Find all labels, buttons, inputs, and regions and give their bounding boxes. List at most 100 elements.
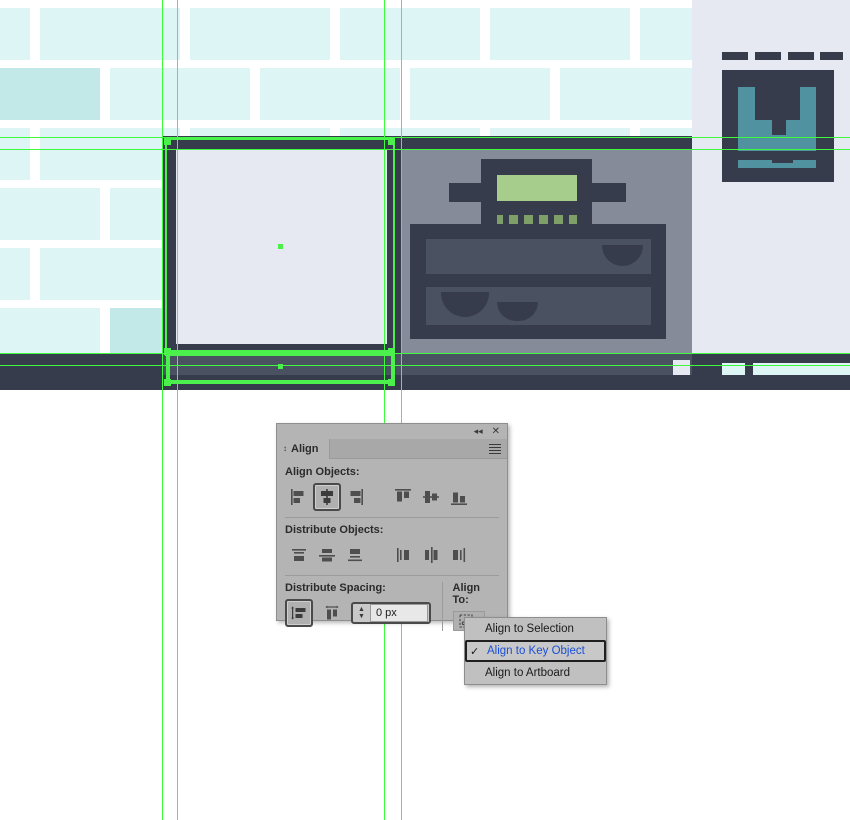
wall-tile <box>560 68 692 120</box>
wall-tile <box>0 68 100 120</box>
distribute-spacing-group: Distribute Spacing: ▲ ▼ 0 px <box>285 582 442 631</box>
distribute-objects-row <box>285 541 499 569</box>
panel-body: Align Objects: Distribute Objects: Distr… <box>277 459 507 631</box>
horizontal-guide-3 <box>0 353 850 354</box>
horizontal-guide-1 <box>0 137 850 138</box>
vertical-distribute-spacing-button[interactable] <box>285 599 313 627</box>
selection-center-door <box>278 244 283 249</box>
vertical-distribute-top-button[interactable] <box>285 541 313 569</box>
align-left-icon <box>291 489 304 505</box>
wall-tile <box>40 128 180 180</box>
tab-align[interactable]: ↕ Align <box>277 438 330 459</box>
align-objects-label: Align Objects: <box>285 466 360 478</box>
cabinet-dash-3 <box>788 52 814 60</box>
wall-tile <box>40 248 180 300</box>
align-to-label: Align To: <box>452 582 481 606</box>
comb-tooth-5 <box>563 215 569 224</box>
wall-tile <box>490 8 630 60</box>
close-icon[interactable]: ✕ <box>492 426 500 437</box>
key-handle-tr[interactable] <box>388 348 395 355</box>
floor-tile-small <box>673 360 690 375</box>
distribute-objects-label: Distribute Objects: <box>285 524 384 536</box>
dist-right-icon <box>453 548 466 562</box>
vertical-align-center-button[interactable] <box>417 483 445 511</box>
vertical-guide-1 <box>162 0 163 820</box>
selection-handle-tl[interactable] <box>164 138 171 145</box>
divider-1 <box>285 517 499 518</box>
vertical-distribute-bottom-button[interactable] <box>341 541 369 569</box>
spacing-horizontal-icon <box>325 605 339 620</box>
wall-tile <box>260 68 400 120</box>
oven-hood-arm-right <box>592 183 626 202</box>
align-objects-row <box>285 483 499 511</box>
cabinet-lower-bar-right <box>793 160 816 168</box>
wall-tile <box>410 68 550 120</box>
horizontal-distribute-center-button[interactable] <box>417 541 445 569</box>
horizontal-guide-2 <box>0 149 850 150</box>
comb-tooth-3 <box>533 215 539 224</box>
menu-item-align-to-key-object[interactable]: ✓ Align to Key Object <box>465 640 606 662</box>
horizontal-distribute-right-button[interactable] <box>445 541 473 569</box>
key-handle-br[interactable] <box>388 379 395 386</box>
illustration-canvas[interactable] <box>0 0 850 390</box>
vertical-guide-4 <box>401 0 402 820</box>
oven-green-panel <box>497 175 577 201</box>
align-hcenter-icon <box>321 489 333 505</box>
panel-tab-row[interactable]: ↕ Align <box>277 438 507 459</box>
align-bottom-icon <box>451 492 467 505</box>
wall-tile <box>0 8 30 60</box>
bottom-kick-cover <box>0 375 850 390</box>
horizontal-distribute-left-button[interactable] <box>389 541 417 569</box>
align-panel[interactable]: ◂◂ ✕ ↕ Align Align Objects: Distribute O… <box>276 423 508 631</box>
spacing-input[interactable]: 0 px <box>370 604 428 622</box>
dist-vcenter-icon <box>319 549 335 562</box>
horizontal-distribute-spacing-button[interactable] <box>318 599 346 627</box>
counter-grey-strip <box>402 339 672 353</box>
wall-tile <box>0 188 100 240</box>
cabinet-lower-bar-left <box>738 160 772 168</box>
spacing-input-wrapper[interactable]: ▲ ▼ 0 px <box>351 602 431 624</box>
align-right-icon <box>350 489 363 505</box>
horizontal-guide-4 <box>0 365 850 366</box>
menu-item-label: Align to Key Object <box>487 645 585 657</box>
screenshot-root: ◂◂ ✕ ↕ Align Align Objects: Distribute O… <box>0 0 850 820</box>
menu-item-align-to-selection[interactable]: Align to Selection <box>465 618 606 640</box>
oven-hood-arm-left <box>449 183 481 202</box>
vertical-distribute-center-button[interactable] <box>313 541 341 569</box>
tab-reorder-icon: ↕ <box>283 444 287 453</box>
divider-2 <box>285 575 499 576</box>
wall-tile <box>640 8 692 60</box>
horizontal-align-right-button[interactable] <box>341 483 369 511</box>
distribute-spacing-label: Distribute Spacing: <box>285 582 386 594</box>
horizontal-align-center-button[interactable] <box>313 483 341 511</box>
wall-tile <box>110 68 250 120</box>
vertical-align-top-button[interactable] <box>389 483 417 511</box>
vertical-guide-3 <box>384 0 385 820</box>
wall-tile <box>40 8 180 60</box>
comb-tooth-1 <box>503 215 509 224</box>
dist-left-icon <box>397 548 409 562</box>
dist-bottom-icon <box>348 549 362 562</box>
wall-tile <box>0 128 30 180</box>
cabinet-dash-4 <box>820 52 843 60</box>
align-top-icon <box>395 489 411 502</box>
wall-tile <box>0 248 30 300</box>
menu-item-label: Align to Selection <box>485 623 574 635</box>
panel-title-bar: ◂◂ ✕ <box>277 424 507 439</box>
horizontal-align-left-button[interactable] <box>285 483 313 511</box>
comb-tooth-2 <box>518 215 524 224</box>
cabinet-dash-1 <box>722 52 748 60</box>
vertical-align-bottom-button[interactable] <box>445 483 473 511</box>
menu-item-align-to-artboard[interactable]: Align to Artboard <box>465 662 606 684</box>
selection-handle-tr[interactable] <box>388 138 395 145</box>
double-chevron-left-icon[interactable]: ◂◂ <box>474 427 483 436</box>
stepper-up-down-icon[interactable]: ▲ ▼ <box>353 604 370 622</box>
key-handle-bl[interactable] <box>164 379 171 386</box>
spacing-vertical-icon <box>291 606 306 620</box>
key-handle-tl[interactable] <box>164 348 171 355</box>
selection-center-key <box>278 364 283 369</box>
menu-item-label: Align to Artboard <box>485 667 571 679</box>
dist-top-icon <box>292 549 306 561</box>
align-to-dropdown-menu[interactable]: Align to Selection ✓ Align to Key Object… <box>464 617 607 685</box>
panel-menu-icon[interactable] <box>489 444 501 454</box>
